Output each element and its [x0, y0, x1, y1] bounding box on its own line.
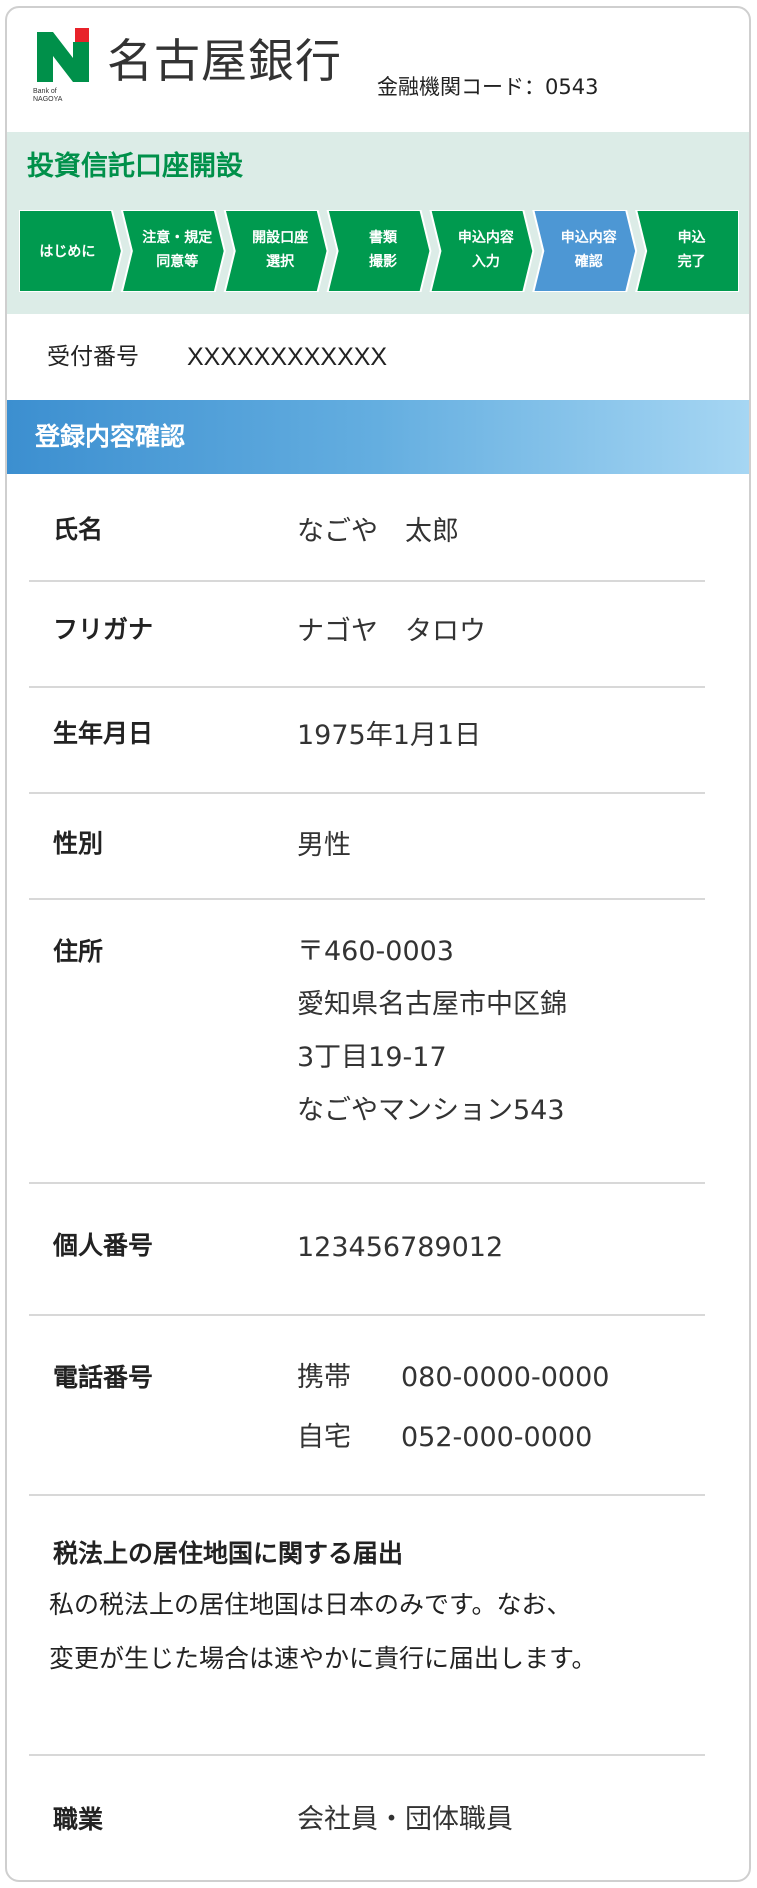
address-line: なごやマンション543 — [297, 1095, 565, 1126]
address-line: 愛知県名古屋市中区錦 — [297, 989, 567, 1020]
tax-residence-line: 私の税法上の居住地国は日本のみです。なお、 — [49, 1590, 572, 1619]
progress-step-label: 開設口座 — [252, 229, 308, 246]
progress-step-4: 書類撮影 — [326, 210, 432, 292]
row-birthdate: 生年月日 1975年1月1日 — [29, 688, 705, 794]
registration-details: 氏名 なごや 太郎 フリガナ ナゴヤ タロウ 生年月日 1975年1月1日 性別… — [29, 474, 705, 1866]
progress-steps: はじめに 注意・規定 同意等 開設口座 選択 書類 撮影 申込内容 入力 申込内容 確認 申込 完了 — [19, 210, 739, 292]
receipt-label: 受付番号 — [47, 344, 139, 370]
progress-step-label: 申込内容 — [458, 229, 514, 246]
progress-step-label: 書類 — [369, 229, 398, 246]
logo-subtext-line1: Bank of — [33, 88, 57, 95]
bank-logo-icon — [37, 28, 89, 82]
progress-step-2: 注意・規定同意等 — [120, 210, 226, 292]
tax-residence-body: 私の税法上の居住地国は日本のみです。なお、 変更が生じた場合は速やかに貴行に届出… — [49, 1578, 709, 1686]
phone-mobile-number: 080-0000-0000 — [401, 1362, 610, 1393]
row-tax-residence: 税法上の居住地国に関する届出 私の税法上の居住地国は日本のみです。なお、 変更が… — [29, 1496, 705, 1756]
progress-step-label: 申込 — [678, 229, 706, 246]
progress-step-shape — [429, 210, 535, 292]
phone-home-label: 自宅 — [297, 1422, 351, 1453]
section-header: 登録内容確認 — [7, 400, 749, 474]
row-value: 1975年1月1日 — [297, 720, 482, 751]
row-my-number: 個人番号 123456789012 — [29, 1184, 705, 1316]
progress-step-label: 入力 — [472, 253, 500, 270]
row-phone: 電話番号 携帯 080-0000-0000 自宅 052-000-0000 — [29, 1316, 705, 1496]
row-label: 氏名 — [53, 515, 104, 544]
progress-step-shape — [635, 210, 739, 292]
receipt-number: 受付番号 XXXXXXXXXXXX — [7, 314, 749, 400]
progress-step-label: 確認 — [575, 253, 603, 270]
application-band: 投資信託口座開設 はじめに 注意・規定 同意等 開設口座 選択 書類 撮影 申込内容 入力 申込内… — [7, 132, 749, 314]
progress-step-5: 申込内容入力 — [429, 210, 535, 292]
row-occupation: 職業 会社員・団体職員 — [29, 1756, 705, 1866]
bank-header: Bank of NAGOYA 名古屋銀行 金融機関コード：0543 — [7, 8, 749, 128]
phone-value: 携帯 080-0000-0000 自宅 052-000-0000 — [297, 1360, 609, 1480]
screen-frame: Bank of NAGOYA 名古屋銀行 金融機関コード：0543 投資信託口座… — [5, 6, 751, 1882]
progress-step-shape — [532, 210, 638, 292]
row-label: 性別 — [53, 829, 104, 858]
row-label: 個人番号 — [53, 1231, 154, 1260]
progress-step-6: 申込内容確認 — [532, 210, 638, 292]
bank-name: 名古屋銀行 — [107, 34, 342, 88]
progress-step-shape — [326, 210, 432, 292]
progress-step-label: 同意等 — [156, 253, 198, 270]
progress-step-shape — [223, 210, 329, 292]
row-address: 住所 〒460-0003 愛知県名古屋市中区錦 3丁目19-17 なごやマンショ… — [29, 900, 705, 1184]
address-value: 〒460-0003 愛知県名古屋市中区錦 3丁目19-17 なごやマンション54… — [297, 934, 567, 1146]
row-label: 職業 — [53, 1805, 104, 1834]
progress-step-shape — [120, 210, 226, 292]
address-line: 3丁目19-17 — [297, 1042, 447, 1073]
phone-home-number: 052-000-0000 — [401, 1422, 593, 1453]
row-label: 電話番号 — [53, 1363, 154, 1392]
phone-home: 自宅 052-000-0000 — [297, 1420, 609, 1480]
logo-subtext: Bank of NAGOYA — [33, 88, 62, 104]
progress-step-label: はじめに — [39, 244, 95, 260]
row-value: ナゴヤ タロウ — [297, 616, 486, 647]
progress-step-label: 完了 — [678, 253, 706, 270]
tax-residence-title: 税法上の居住地国に関する届出 — [53, 1539, 404, 1568]
tax-residence-line: 変更が生じた場合は速やかに貴行に届出します。 — [49, 1644, 597, 1673]
row-value: なごや 太郎 — [297, 516, 459, 547]
progress-step-1: はじめに — [19, 210, 123, 292]
row-value: 会社員・団体職員 — [297, 1804, 513, 1835]
row-value: 男性 — [297, 830, 351, 861]
row-value: 123456789012 — [297, 1232, 504, 1263]
progress-steps-graphic: はじめに注意・規定同意等開設口座選択書類撮影申込内容入力申込内容確認申込完了 — [19, 210, 739, 292]
progress-step-label: 注意・規定 — [142, 229, 212, 246]
receipt-value: XXXXXXXXXXXX — [187, 343, 388, 371]
row-label: フリガナ — [53, 615, 154, 644]
phone-mobile: 携帯 080-0000-0000 — [297, 1360, 609, 1420]
row-gender: 性別 男性 — [29, 794, 705, 900]
progress-step-label: 申込内容 — [561, 229, 617, 246]
row-label: 住所 — [53, 937, 104, 966]
institution-code: 金融機関コード：0543 — [377, 75, 599, 99]
row-label: 生年月日 — [53, 719, 154, 748]
phone-mobile-label: 携帯 — [297, 1362, 351, 1393]
address-line: 〒460-0003 — [297, 936, 454, 967]
progress-step-7: 申込完了 — [635, 210, 739, 292]
progress-step-label: 選択 — [266, 253, 295, 270]
logo-subtext-line2: NAGOYA — [33, 96, 63, 103]
progress-step-label: 撮影 — [369, 253, 397, 270]
application-title: 投資信託口座開設 — [27, 151, 243, 182]
row-furigana: フリガナ ナゴヤ タロウ — [29, 582, 705, 688]
row-name: 氏名 なごや 太郎 — [29, 474, 705, 582]
progress-step-3: 開設口座選択 — [223, 210, 329, 292]
section-title: 登録内容確認 — [35, 422, 186, 451]
